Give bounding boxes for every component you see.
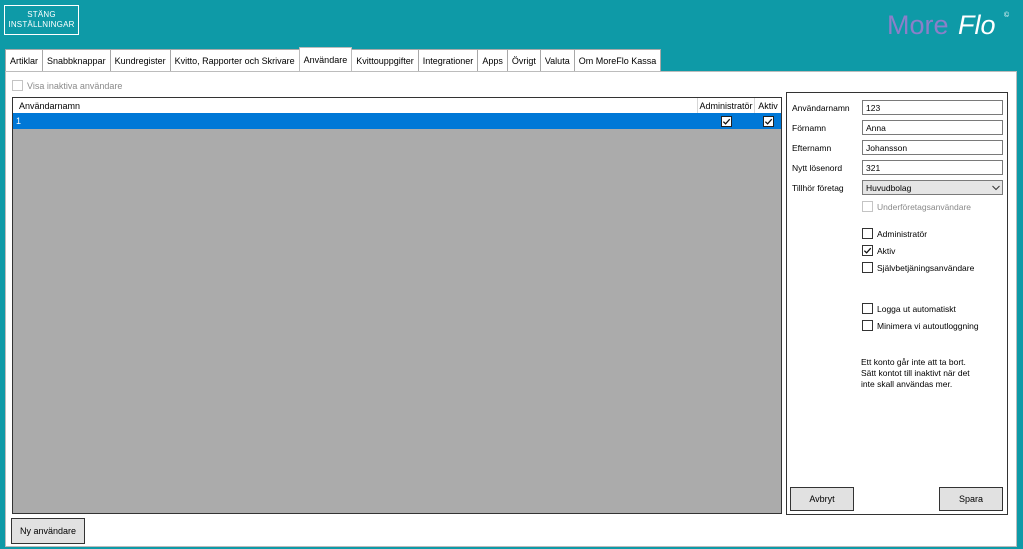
row-active-checkbox[interactable] <box>762 115 774 127</box>
logo-more: More <box>887 10 949 40</box>
row-admin-checkbox[interactable] <box>721 115 732 127</box>
tab-snabbknappar[interactable]: Snabbknappar <box>42 49 111 71</box>
note-line-1: Ett konto går inte att ta bort. <box>861 357 966 367</box>
tab-apps[interactable]: Apps <box>477 49 508 71</box>
new-user-button[interactable]: Ny användare <box>11 518 85 544</box>
check-icon <box>764 118 772 125</box>
autologout-label: Logga ut automatiskt <box>877 303 956 314</box>
tab-artiklar[interactable]: Artiklar <box>5 49 44 71</box>
username-row: Användarnamn 123 <box>792 100 1003 115</box>
tab-anvandare[interactable]: Användare <box>298 47 353 71</box>
tab-integrationer[interactable]: Integrationer <box>417 49 479 71</box>
delete-account-note: Ett konto går inte att ta bort. Sätt kon… <box>861 357 970 390</box>
logo-flo: Flo <box>958 10 996 40</box>
row-active-cell <box>755 113 781 129</box>
show-inactive-checkbox[interactable] <box>12 80 23 91</box>
grid-header: Användarnamn Administratör Aktiv <box>13 98 781 113</box>
subcompany-label: Underföretagsanvändare <box>877 201 972 212</box>
tab-kvitto-rapporter[interactable]: Kvitto, Rapporter och Skrivare <box>169 49 300 71</box>
active-checkbox[interactable] <box>862 245 873 256</box>
row-admin-cell <box>698 113 755 129</box>
users-grid[interactable]: Användarnamn Administratör Aktiv 1 <box>12 97 782 514</box>
firstname-field[interactable]: Anna <box>862 120 1003 135</box>
company-row: Tillhör företag Huvudbolag <box>792 180 1003 195</box>
minimize-option[interactable]: Minimera vi autoutloggning <box>862 320 979 331</box>
username-field[interactable]: 123 <box>862 100 1003 115</box>
selfservice-checkbox[interactable] <box>862 262 873 273</box>
check-icon <box>863 247 872 254</box>
firstname-row: Förnamn Anna <box>792 120 1003 135</box>
selfservice-option[interactable]: Självbetjäningsanvändare <box>862 262 974 273</box>
close-settings-button[interactable]: STÄNG INSTÄLLNINGAR <box>4 5 79 35</box>
lastname-field[interactable]: Johansson <box>862 140 1003 155</box>
show-inactive-option[interactable]: Visa inaktiva användare <box>12 80 122 91</box>
admin-option[interactable]: Administratör <box>862 228 927 239</box>
save-button[interactable]: Spara <box>939 487 1003 511</box>
admin-label: Administratör <box>877 228 928 239</box>
lastname-row: Efternamn Johansson <box>792 140 1003 155</box>
tab-bar: Artiklar Snabbknappar Kundregister Kvitt… <box>5 47 662 71</box>
lastname-label: Efternamn <box>792 142 832 153</box>
user-details-form: Användarnamn 123 Förnamn Anna Efternamn … <box>786 92 1008 515</box>
active-option[interactable]: Aktiv <box>862 245 895 256</box>
minimize-label: Minimera vi autoutloggning <box>877 320 979 331</box>
company-select[interactable]: Huvudbolag <box>862 180 1003 195</box>
close-settings-line2: INSTÄLLNINGAR <box>8 20 75 29</box>
column-header-username[interactable]: Användarnamn <box>13 98 698 113</box>
users-panel: Visa inaktiva användare Användarnamn Adm… <box>5 71 1017 547</box>
note-line-2: Sätt kontot till inaktivt när det <box>861 368 970 378</box>
active-label: Aktiv <box>877 245 896 256</box>
show-inactive-label: Visa inaktiva användare <box>27 80 123 91</box>
subcompany-option: Underföretagsanvändare <box>862 201 971 212</box>
close-settings-line1: STÄNG <box>27 10 56 19</box>
minimize-checkbox[interactable] <box>862 320 873 331</box>
username-label: Användarnamn <box>792 102 850 113</box>
column-header-active[interactable]: Aktiv <box>755 98 781 113</box>
tab-kundregister[interactable]: Kundregister <box>109 49 171 71</box>
check-icon <box>722 118 731 125</box>
company-value: Huvudbolag <box>866 182 912 193</box>
logo-mark: © <box>1004 11 1010 19</box>
selfservice-label: Självbetjäningsanvändare <box>877 262 975 273</box>
column-header-admin[interactable]: Administratör <box>698 98 755 113</box>
password-label: Nytt lösenord <box>792 162 843 173</box>
subcompany-checkbox <box>862 201 873 212</box>
password-field[interactable]: 321 <box>862 160 1003 175</box>
row-username: 1 <box>16 116 22 126</box>
autologout-checkbox[interactable] <box>862 303 873 314</box>
cancel-button[interactable]: Avbryt <box>790 487 854 511</box>
chevron-down-icon <box>990 181 1002 194</box>
moreflo-logo: More Flo © <box>886 6 1016 42</box>
tab-ovrigt[interactable]: Övrigt <box>506 49 541 71</box>
company-label: Tillhör företag <box>792 182 844 193</box>
note-line-3: inte skall användas mer. <box>861 379 953 389</box>
table-row[interactable]: 1 <box>13 113 781 129</box>
admin-checkbox[interactable] <box>862 228 873 239</box>
firstname-label: Förnamn <box>792 122 827 133</box>
password-row: Nytt lösenord 321 <box>792 160 1003 175</box>
autologout-option[interactable]: Logga ut automatiskt <box>862 303 956 314</box>
tab-valuta[interactable]: Valuta <box>539 49 575 71</box>
tab-kvittouppgifter[interactable]: Kvittouppgifter <box>351 49 419 71</box>
tab-om-moreflo[interactable]: Om MoreFlo Kassa <box>573 49 662 71</box>
